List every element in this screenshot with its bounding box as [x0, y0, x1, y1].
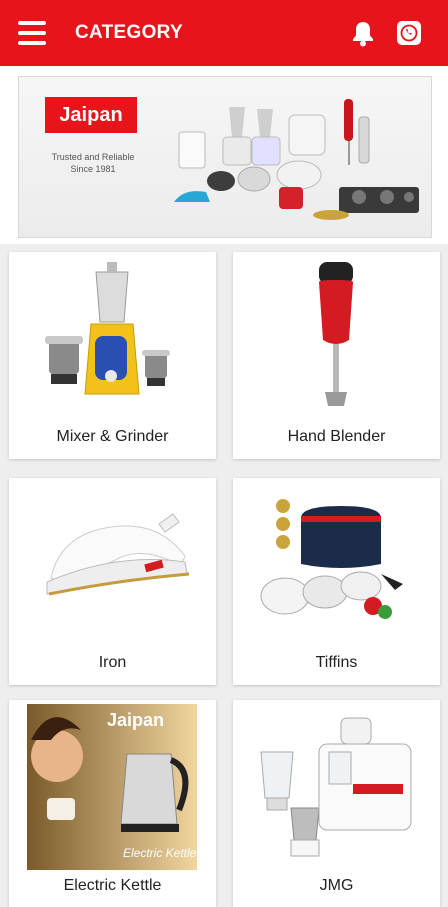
whatsapp-icon[interactable]	[396, 19, 422, 47]
page-title: CATEGORY	[75, 22, 183, 43]
category-label: Hand Blender	[287, 428, 386, 445]
category-card-hand-blender[interactable]: Hand Blender	[233, 252, 440, 459]
jmg-image	[260, 717, 412, 857]
category-label: Mixer & Grinder	[56, 428, 169, 445]
promo-banner[interactable]: Jaipan Trusted and Reliable Since 1981	[18, 76, 432, 238]
menu-icon[interactable]	[18, 20, 46, 46]
tiffins-image	[260, 499, 403, 619]
kettle-promo-brand: Jaipan	[107, 710, 165, 730]
mixer-grinder-image	[45, 262, 170, 395]
category-label: Electric Kettle	[63, 877, 162, 894]
category-card-jmg[interactable]: JMG	[233, 700, 440, 907]
category-label: JMG	[319, 877, 354, 894]
bell-icon[interactable]	[350, 19, 376, 47]
category-card-mixer-grinder[interactable]: Mixer & Grinder	[9, 252, 216, 459]
category-card-electric-kettle[interactable]: Jaipan Electric Kettle Electric Kettle	[9, 700, 216, 907]
hand-blender-image	[319, 262, 353, 406]
appliances-illustration	[174, 99, 419, 220]
category-card-iron[interactable]: Iron	[9, 478, 216, 685]
kettle-promo-text: Electric Kettle	[123, 846, 197, 860]
brand-logo: Jaipan	[45, 97, 137, 133]
category-label: Tiffins	[315, 654, 358, 671]
category-label: Iron	[98, 654, 127, 671]
app-bar: CATEGORY	[0, 0, 448, 66]
banner-tagline: Trusted and Reliable Since 1981	[51, 152, 135, 174]
iron-image	[46, 513, 190, 596]
category-card-tiffins[interactable]: Tiffins	[233, 478, 440, 685]
banner-section: Jaipan Trusted and Reliable Since 1981	[0, 66, 448, 244]
